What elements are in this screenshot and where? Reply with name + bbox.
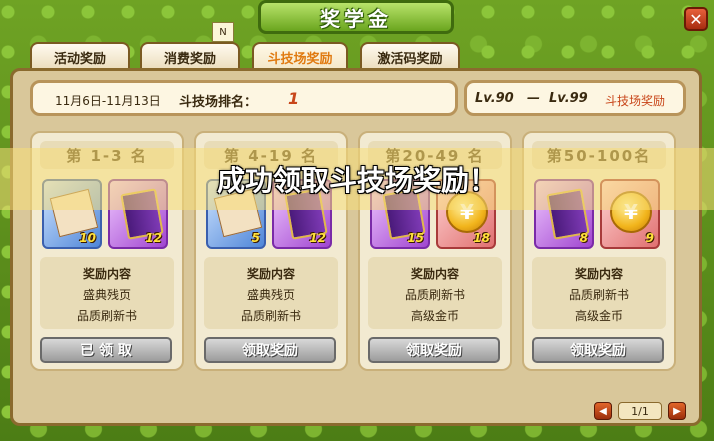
contents-line: 品质刷新书	[404, 288, 465, 302]
contents-line: 品质刷新书	[568, 288, 629, 302]
contents-line: 盛典残页	[246, 288, 295, 302]
item-quantity: 8	[579, 231, 588, 245]
contents-heading: 奖励内容	[82, 267, 131, 281]
window-title-plate: 奖学金	[258, 0, 454, 34]
tab-spending-reward[interactable]: 消费奖励	[140, 42, 240, 71]
reward-contents: 奖励内容 品质刷新书 高级金币	[368, 257, 502, 329]
toast-message: 成功领取斗技场奖励！	[216, 164, 497, 197]
item-quantity: 10	[79, 231, 96, 245]
level-high: Lv.99	[549, 91, 588, 106]
level-range-bar: Lv.90 — Lv.99 斗技场奖励	[464, 80, 686, 116]
next-page-button[interactable]: ▶	[668, 402, 686, 420]
arena-reward-label: 斗技场奖励	[605, 94, 666, 108]
contents-heading: 奖励内容	[410, 267, 459, 281]
contents-line: 品质刷新书	[76, 309, 137, 323]
tab-code-reward[interactable]: 激活码奖励	[360, 42, 460, 71]
close-button[interactable]: ✕	[684, 7, 708, 31]
close-icon: ✕	[689, 9, 703, 29]
contents-line: 盛典残页	[82, 288, 131, 302]
page-indicator: 1/1	[618, 402, 662, 420]
contents-line: 品质刷新书	[240, 309, 301, 323]
date-range: 11月6日-11月13日	[55, 94, 161, 108]
new-badge: N	[212, 22, 234, 42]
window-title: 奖学金	[320, 6, 392, 31]
item-quantity: 12	[145, 231, 162, 245]
claimed-button[interactable]: 已 领 取	[40, 337, 172, 363]
item-quantity: 5	[251, 231, 260, 245]
contents-heading: 奖励内容	[246, 267, 295, 281]
claim-reward-button[interactable]: 领取奖励	[368, 337, 500, 363]
item-quantity: 12	[309, 231, 326, 245]
claim-reward-button[interactable]: 领取奖励	[532, 337, 664, 363]
rank-label: 斗技场排名：	[179, 95, 258, 110]
tab-activity-reward[interactable]: 活动奖励	[30, 42, 130, 71]
rank-value: 1	[288, 89, 300, 108]
success-toast: 成功领取斗技场奖励！	[0, 148, 714, 210]
contents-heading: 奖励内容	[574, 267, 623, 281]
reward-contents: 奖励内容 盛典残页 品质刷新书	[40, 257, 174, 329]
reward-contents: 奖励内容 盛典残页 品质刷新书	[204, 257, 338, 329]
reward-contents: 奖励内容 品质刷新书 高级金币	[532, 257, 666, 329]
prev-page-button[interactable]: ◀	[594, 402, 612, 420]
claim-reward-button[interactable]: 领取奖励	[204, 337, 336, 363]
item-quantity: 9	[645, 231, 654, 245]
level-separator: —	[527, 91, 540, 106]
arena-info-bar: 11月6日-11月13日 斗技场排名： 1	[30, 80, 458, 116]
item-quantity: 15	[407, 231, 424, 245]
level-low: Lv.90	[475, 91, 514, 106]
contents-line: 高级金币	[574, 309, 623, 323]
contents-line: 高级金币	[410, 309, 459, 323]
item-quantity: 18	[473, 231, 490, 245]
tab-arena-reward[interactable]: 斗技场奖励	[252, 42, 348, 71]
pagination: ◀ 1/1 ▶	[594, 402, 686, 422]
